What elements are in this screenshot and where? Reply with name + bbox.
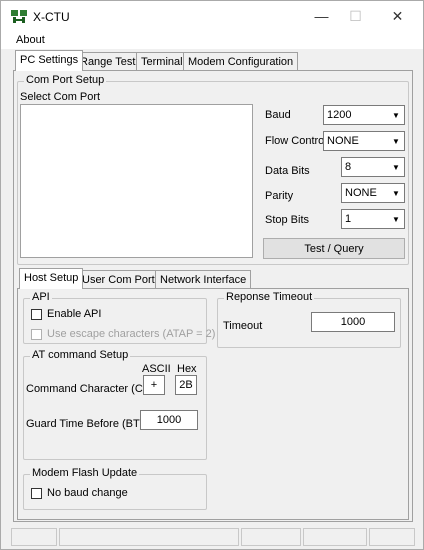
flow-control-value: NONE <box>327 135 359 147</box>
data-bits-value: 8 <box>345 161 352 173</box>
escape-characters-label: Use escape characters (ATAP = 2) <box>47 328 216 340</box>
close-button[interactable]: ✕ <box>375 1 420 31</box>
cc-hex-input[interactable]: 2B <box>175 375 197 395</box>
guard-time-input[interactable]: 1000 <box>140 410 198 430</box>
stop-bits-select[interactable]: 1 ▼ <box>341 209 405 229</box>
tab-host-setup[interactable]: Host Setup <box>19 268 84 289</box>
response-timeout-title: Reponse Timeout <box>224 291 315 303</box>
baud-select[interactable]: 1200 ▼ <box>323 105 405 125</box>
command-character-label: Command Character (CC) <box>26 383 155 395</box>
escape-characters-checkbox[interactable] <box>31 329 42 340</box>
tab-network-interface[interactable]: Network Interface <box>155 270 252 289</box>
status-cell-3 <box>241 528 301 546</box>
status-cell-1 <box>11 528 57 546</box>
menu-bar: About <box>1 31 423 49</box>
parity-select[interactable]: NONE ▼ <box>341 183 405 203</box>
test-query-button[interactable]: Test / Query <box>263 238 405 259</box>
status-cell-4 <box>303 528 367 546</box>
data-bits-select[interactable]: 8 ▼ <box>341 157 405 177</box>
chevron-down-icon: ▼ <box>392 162 400 172</box>
status-bar <box>1 525 423 549</box>
timeout-input[interactable]: 1000 <box>311 312 395 332</box>
xctu-app-icon <box>11 10 27 23</box>
tab-user-com-ports[interactable]: User Com Ports <box>77 270 166 289</box>
guard-time-label: Guard Time Before (BT) <box>26 418 144 430</box>
chevron-down-icon: ▼ <box>392 110 400 120</box>
data-bits-label: Data Bits <box>265 165 310 177</box>
chevron-down-icon: ▼ <box>392 188 400 198</box>
window-title: X-CTU <box>33 10 70 24</box>
at-command-setup-title: AT command Setup <box>30 349 131 361</box>
flow-control-label: Flow Control <box>265 135 327 147</box>
cc-ascii-input[interactable]: + <box>143 375 165 395</box>
chevron-down-icon: ▼ <box>392 136 400 146</box>
status-cell-5 <box>369 528 415 546</box>
tab-terminal[interactable]: Terminal <box>136 52 188 71</box>
stop-bits-label: Stop Bits <box>265 214 310 226</box>
api-title: API <box>30 291 52 303</box>
com-port-list[interactable] <box>20 104 253 258</box>
app-window: X-CTU — ☐ ✕ About PC Settings Range Test… <box>0 0 424 550</box>
parity-label: Parity <box>265 190 294 202</box>
enable-api-checkbox[interactable] <box>31 309 42 320</box>
chevron-down-icon: ▼ <box>392 214 400 224</box>
baud-label: Baud <box>265 109 291 121</box>
title-bar[interactable]: X-CTU — ☐ ✕ <box>1 1 423 31</box>
tab-modem-configuration[interactable]: Modem Configuration <box>183 52 299 71</box>
no-baud-change-label: No baud change <box>47 487 128 499</box>
tab-range-test[interactable]: Range Test <box>75 52 141 71</box>
timeout-label: Timeout <box>223 320 263 332</box>
modem-flash-update-title: Modem Flash Update <box>30 467 140 479</box>
no-baud-change-checkbox[interactable] <box>31 488 42 499</box>
com-port-setup-title: Com Port Setup <box>24 74 107 86</box>
stop-bits-value: 1 <box>345 213 352 225</box>
ascii-header: ASCII <box>142 363 171 375</box>
status-cell-2 <box>59 528 239 546</box>
enable-api-label: Enable API <box>47 308 102 320</box>
baud-value: 1200 <box>327 109 352 121</box>
flow-control-select[interactable]: NONE ▼ <box>323 131 405 151</box>
parity-value: NONE <box>345 187 377 199</box>
menu-about[interactable]: About <box>16 34 45 46</box>
maximize-button[interactable]: ☐ <box>333 1 378 31</box>
select-com-port-label: Select Com Port <box>20 91 101 103</box>
tab-pc-settings[interactable]: PC Settings <box>15 50 84 71</box>
hex-header: Hex <box>177 363 197 375</box>
